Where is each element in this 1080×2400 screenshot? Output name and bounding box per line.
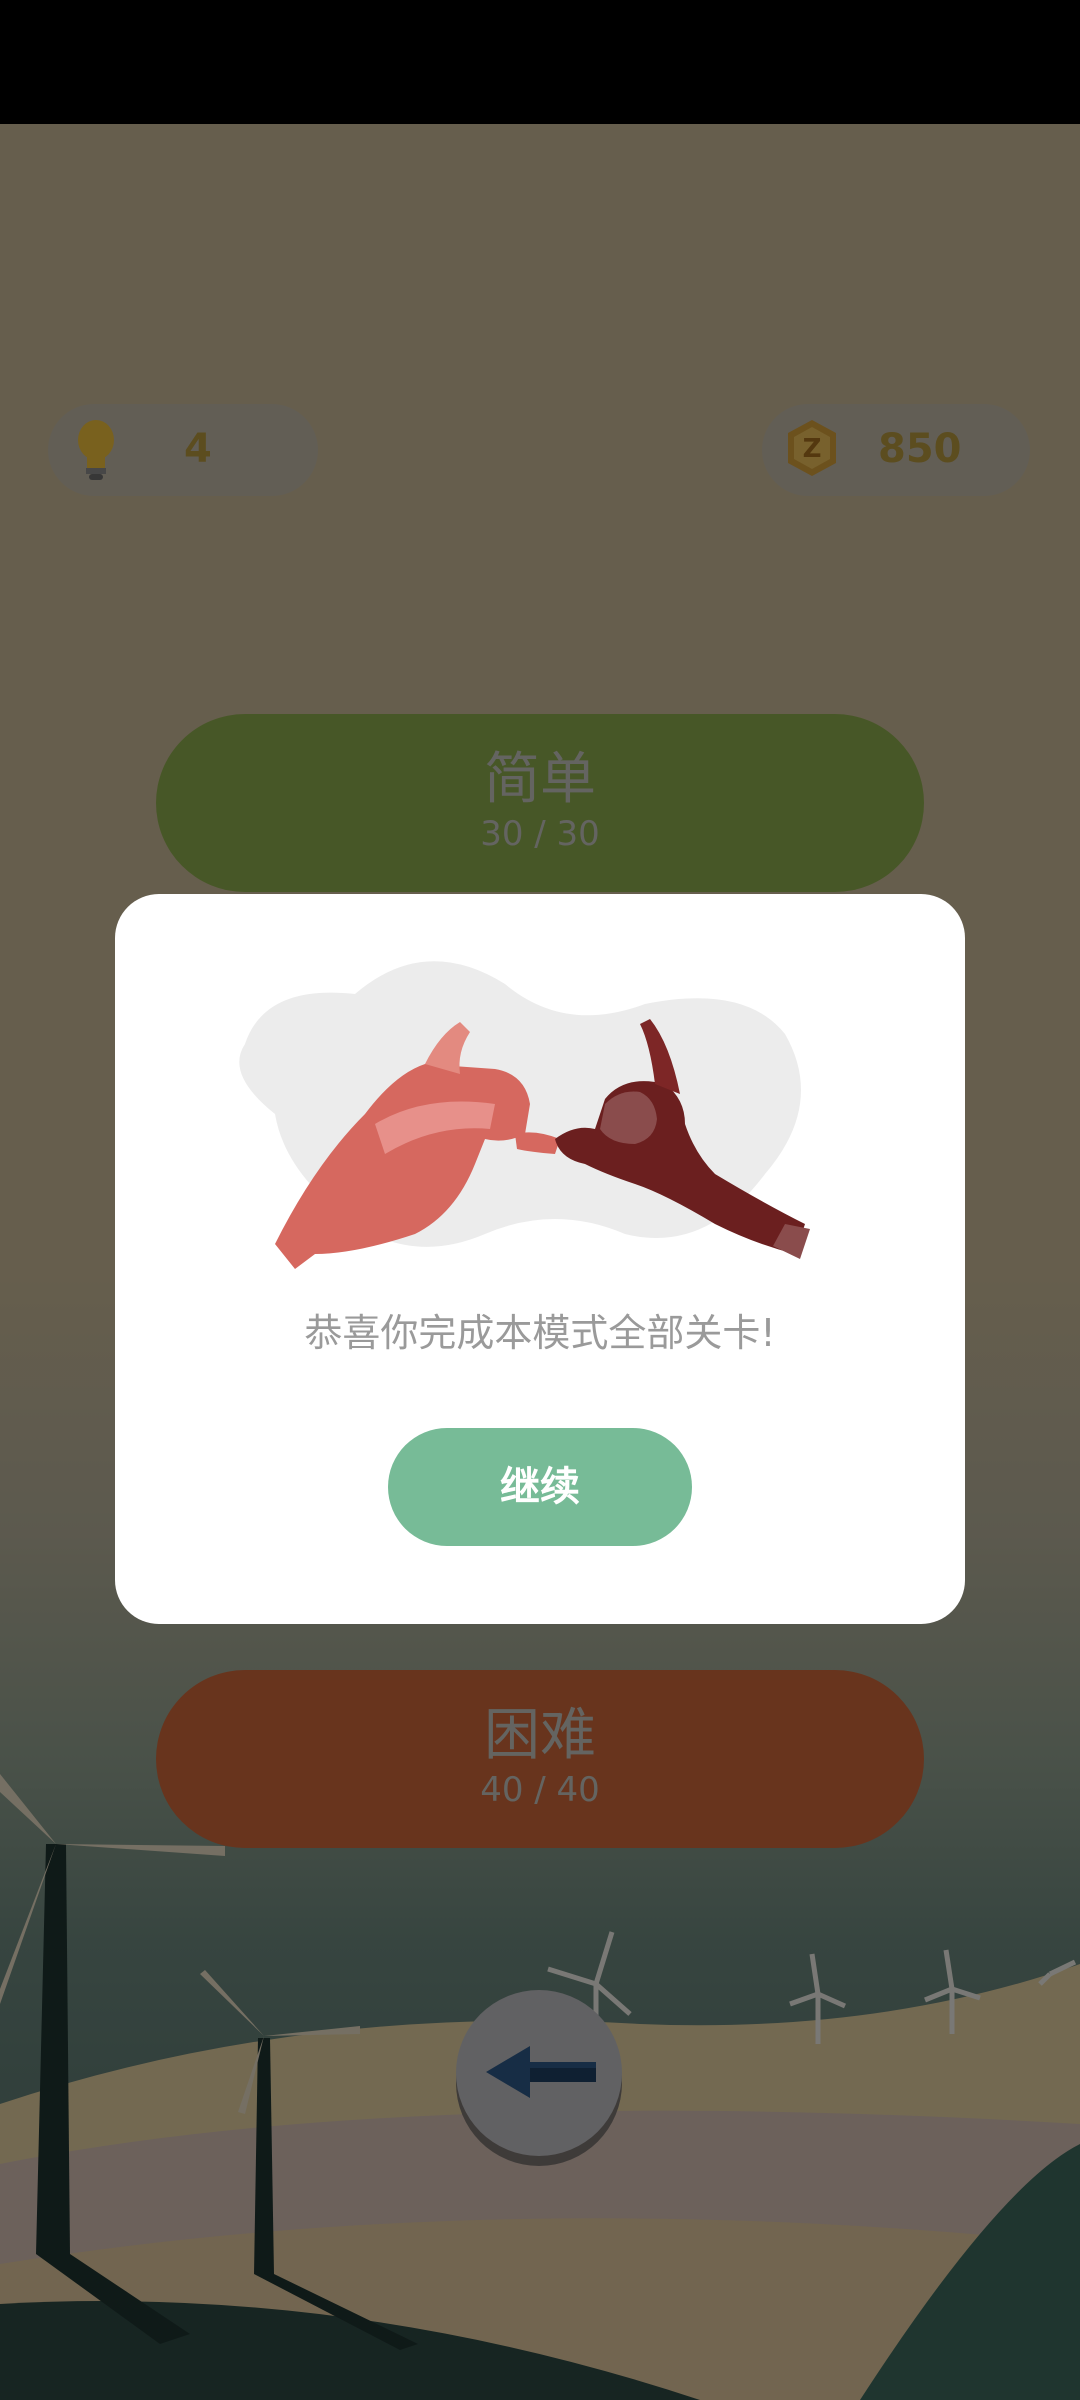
pinky-promise-illustration xyxy=(239,961,810,1269)
continue-button[interactable]: 继续 xyxy=(388,1428,692,1546)
status-bar xyxy=(0,0,1080,124)
completion-dialog: 恭喜你完成本模式全部关卡! 继续 xyxy=(115,894,965,1624)
completion-message: 恭喜你完成本模式全部关卡! xyxy=(304,1311,776,1355)
